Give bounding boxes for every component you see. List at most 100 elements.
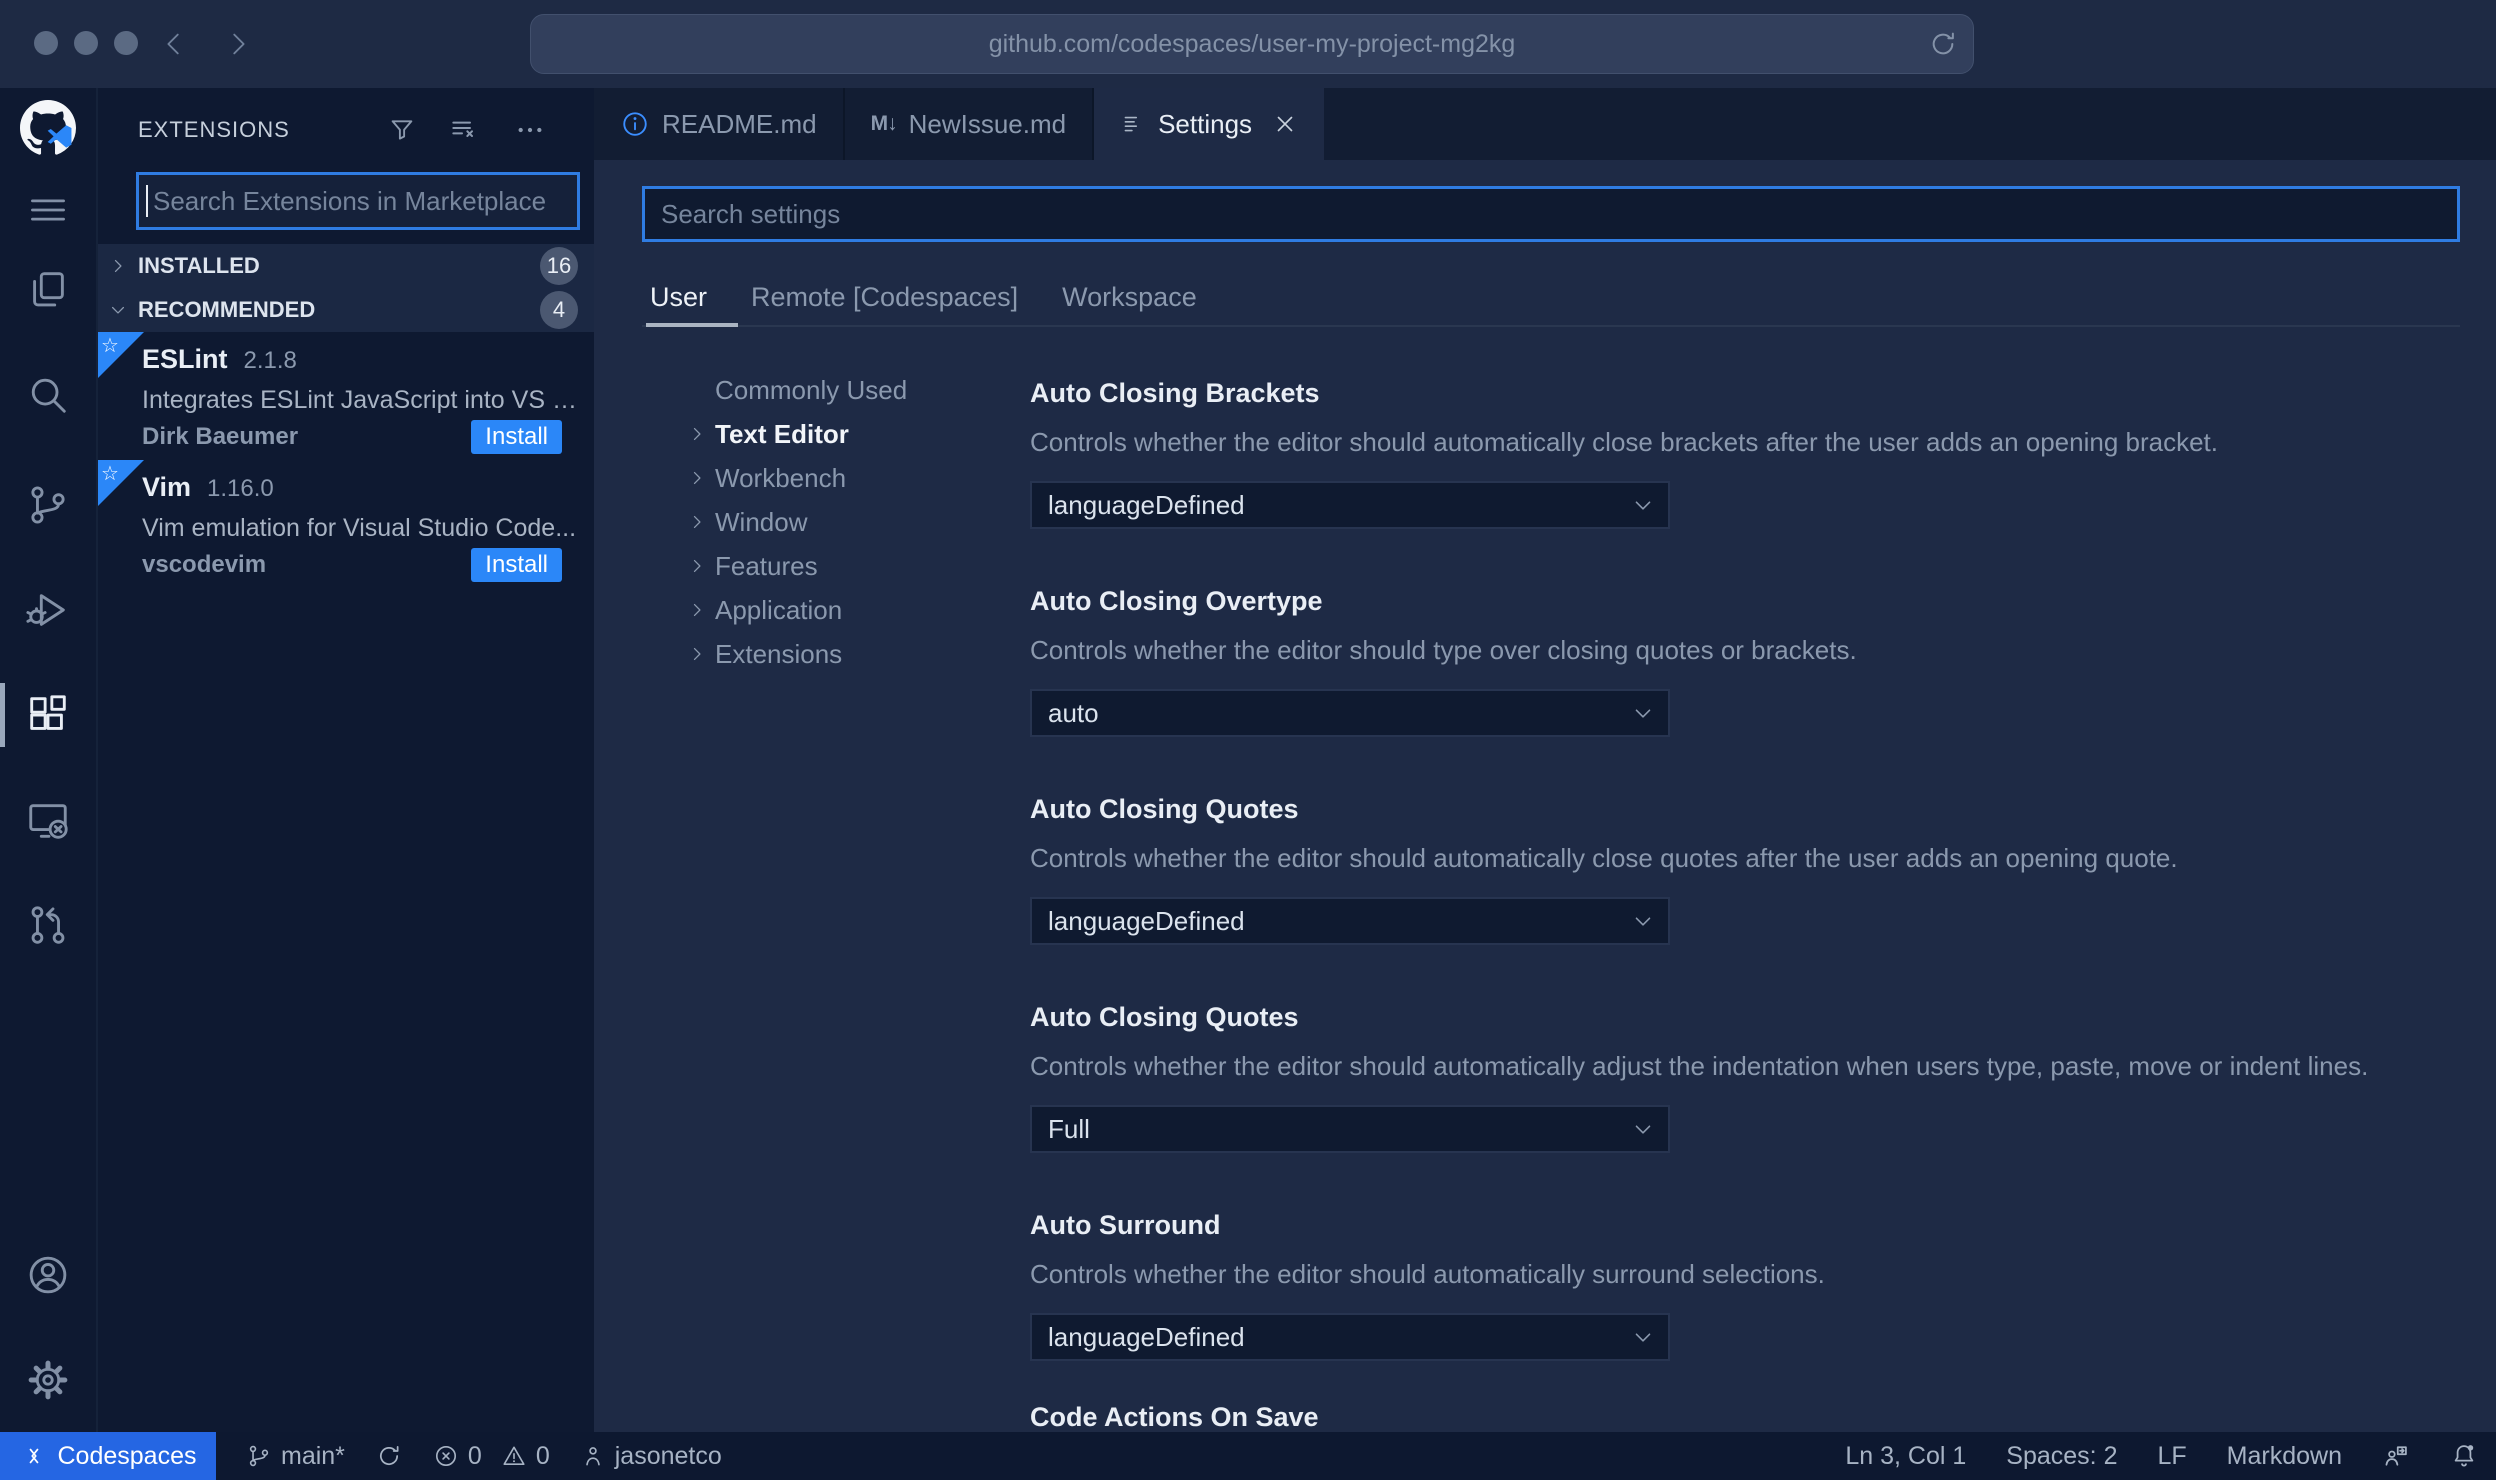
source-control-icon[interactable] (20, 477, 76, 533)
setting-code-actions-on-save: Code Actions On Save (1030, 1399, 2456, 1432)
setting-auto-surround: Auto Surround Controls whether the edito… (1030, 1207, 2456, 1361)
codespaces-window: github.com/codespaces/user-my-project-mg… (0, 0, 2496, 1480)
extension-list-item[interactable]: ☆ ESLint 2.1.8 Integrates ESLint JavaScr… (98, 332, 594, 460)
pull-request-icon[interactable] (20, 897, 76, 953)
chevron-right-icon (693, 647, 701, 661)
account-icon[interactable] (20, 1247, 76, 1303)
text-caret (146, 185, 148, 217)
status-bar: Codespaces main* 0 0 jasonetco Ln 3, Col… (0, 1432, 2496, 1480)
branch-name: main* (281, 1441, 345, 1470)
language-mode[interactable]: Markdown (2227, 1442, 2342, 1471)
tree-item-window[interactable]: Window (594, 500, 994, 544)
reload-button[interactable] (1927, 28, 1959, 60)
section-label: RECOMMENDED (138, 297, 316, 322)
feedback-icon[interactable] (2382, 1442, 2410, 1470)
remote-icon (29, 1448, 38, 1464)
window-minimize-button[interactable] (74, 31, 98, 55)
search-icon[interactable] (20, 367, 76, 423)
setting-auto-indent: Auto Closing Quotes Controls whether the… (1030, 999, 2456, 1153)
window-zoom-button[interactable] (114, 31, 138, 55)
setting-dropdown[interactable]: languageDefined (1030, 481, 1670, 529)
chevron-right-icon (114, 259, 122, 273)
tree-item-commonly-used[interactable]: Commonly Used (594, 368, 994, 412)
sidebar-title: EXTENSIONS (138, 117, 290, 142)
browser-forward-button[interactable] (216, 22, 260, 66)
settings-gear-icon[interactable] (20, 1352, 76, 1408)
setting-dropdown[interactable]: languageDefined (1030, 1313, 1670, 1361)
active-scope-underline (646, 323, 738, 327)
filter-icon[interactable] (384, 112, 420, 148)
chevron-down-icon (1635, 1125, 1651, 1134)
indentation-indicator[interactable]: Spaces: 2 (2006, 1442, 2117, 1471)
tab-newissue[interactable]: M↓ NewIssue.md (845, 88, 1095, 160)
close-icon[interactable] (1272, 111, 1298, 137)
scope-tab-user[interactable]: User (650, 282, 707, 313)
setting-dropdown[interactable]: auto (1030, 689, 1670, 737)
tree-item-features[interactable]: Features (594, 544, 994, 588)
settings-list-icon (1120, 111, 1146, 137)
tree-item-application[interactable]: Application (594, 588, 994, 632)
editor-area: README.md M↓ NewIssue.md Settings Search… (594, 88, 2496, 1432)
markdown-icon: M↓ (870, 112, 898, 135)
clear-search-results-icon[interactable] (446, 112, 482, 148)
browser-back-button[interactable] (152, 22, 196, 66)
error-count: 0 (467, 1441, 482, 1470)
extension-name: Vim (142, 472, 192, 502)
reload-icon (1932, 32, 1954, 55)
explorer-icon[interactable] (20, 262, 76, 318)
tab-readme[interactable]: README.md (594, 88, 845, 160)
install-button[interactable]: Install (471, 420, 562, 454)
setting-description: Controls whether the editor should autom… (1030, 843, 2178, 873)
setting-description: Controls whether the editor should autom… (1030, 1051, 2369, 1081)
activity-bar (0, 88, 96, 1432)
codespaces-label: Codespaces (57, 1441, 197, 1470)
installed-count-badge: 16 (540, 247, 578, 285)
chevron-down-icon (1635, 1333, 1651, 1342)
tab-label: README.md (662, 108, 817, 139)
notifications-bell-icon[interactable] (2450, 1442, 2478, 1470)
extension-list-item[interactable]: ☆ Vim 1.16.0 Vim emulation for Visual St… (98, 460, 594, 588)
sync-button[interactable] (375, 1442, 403, 1470)
tree-item-workbench[interactable]: Workbench (594, 456, 994, 500)
setting-description: Controls whether the editor should autom… (1030, 427, 2219, 457)
tab-settings[interactable]: Settings (1094, 88, 1325, 160)
extension-description: Vim emulation for Visual Studio Code... (142, 514, 577, 542)
chevron-down-icon (1635, 917, 1651, 926)
cursor-position[interactable]: Ln 3, Col 1 (1845, 1442, 1966, 1471)
extension-version: 2.1.8 (243, 347, 297, 374)
setting-description: Controls whether the editor should type … (1030, 635, 1857, 665)
menu-icon[interactable] (20, 182, 76, 238)
remote-explorer-icon[interactable] (20, 792, 76, 848)
chevron-down-icon (111, 306, 125, 314)
user-indicator[interactable]: jasonetco (580, 1442, 722, 1471)
chevron-down-icon (1635, 501, 1651, 510)
more-actions-icon[interactable] (512, 112, 548, 148)
setting-dropdown[interactable]: Full (1030, 1105, 1670, 1153)
problems-indicator[interactable]: 0 0 (433, 1442, 550, 1471)
extension-publisher: vscodevim (142, 551, 267, 578)
extensions-search-input[interactable] (136, 172, 580, 230)
extension-version: 1.16.0 (207, 475, 274, 502)
tree-item-text-editor[interactable]: Text Editor (594, 412, 994, 456)
scope-tab-remote[interactable]: Remote [Codespaces] (751, 282, 1018, 313)
tree-item-extensions[interactable]: Extensions (594, 632, 994, 676)
setting-dropdown[interactable]: languageDefined (1030, 897, 1670, 945)
codespaces-remote-badge[interactable]: Codespaces (0, 1432, 216, 1480)
run-and-debug-icon[interactable] (20, 582, 76, 638)
eol-indicator[interactable]: LF (2157, 1442, 2186, 1471)
scope-tab-workspace[interactable]: Workspace (1062, 282, 1197, 313)
branch-indicator[interactable]: main* (246, 1442, 345, 1471)
chevron-left-icon (167, 33, 179, 55)
address-bar[interactable]: github.com/codespaces/user-my-project-mg… (530, 14, 1974, 74)
extensions-icon[interactable] (20, 687, 76, 743)
settings-search-input[interactable] (642, 186, 2460, 242)
setting-title: Auto Surround (1030, 1210, 1221, 1240)
person-icon (580, 1443, 606, 1469)
install-button[interactable]: Install (471, 548, 562, 582)
window-close-button[interactable] (34, 31, 58, 55)
section-installed[interactable]: INSTALLED 16 (98, 244, 594, 288)
section-recommended[interactable]: RECOMMENDED 4 (98, 288, 594, 332)
settings-scope-tabs: User Remote [Codespaces] Workspace (650, 282, 1197, 313)
info-icon (620, 109, 650, 139)
extensions-sidebar: EXTENSIONS INSTALLED 16 RECOMMENDED 4 (96, 88, 594, 1432)
